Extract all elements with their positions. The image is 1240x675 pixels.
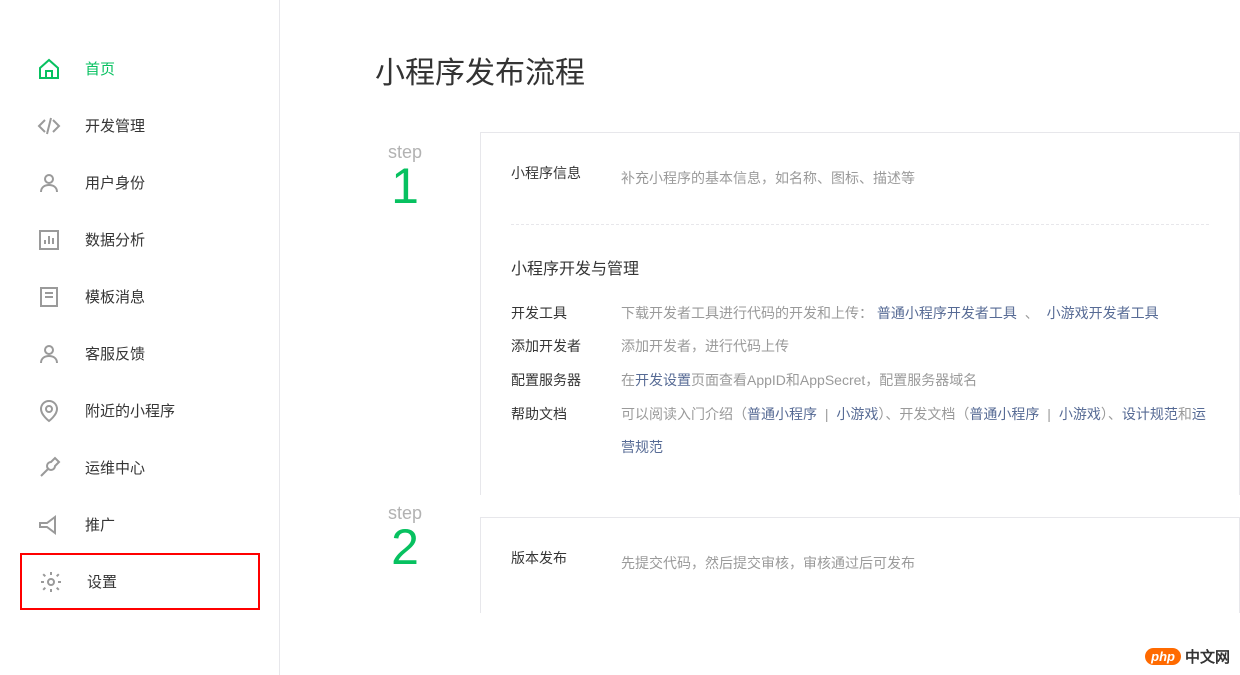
wrench-icon xyxy=(35,454,63,482)
watermark-text: 中文网 xyxy=(1185,646,1230,667)
sidebar-item-label: 附近的小程序 xyxy=(85,400,175,421)
separator: | xyxy=(1043,406,1054,422)
sidebar-item-label: 推广 xyxy=(85,514,115,535)
sidebar-item-label: 首页 xyxy=(85,58,115,79)
step1-card: 小程序信息 补充小程序的基本信息，如名称、图标、描述等 小程序开发与管理 开发工… xyxy=(480,132,1240,495)
row-tools: 开发工具 下载开发者工具进行代码的开发和上传： 普通小程序开发者工具 、 小游戏… xyxy=(481,297,1239,331)
step-number: 2 xyxy=(375,522,435,572)
sidebar-item-promo[interactable]: 推广 xyxy=(20,496,279,553)
row-text: ）、开发文档（ xyxy=(878,406,969,422)
step2-card: 版本发布 先提交代码，然后提交审核，审核通过后可发布 xyxy=(480,517,1240,613)
watermark: php 中文网 xyxy=(1145,646,1230,667)
link-intro-mp[interactable]: 普通小程序 xyxy=(747,406,817,422)
row-text: 添加开发者，进行代码上传 xyxy=(621,330,1209,364)
sidebar-item-label: 用户身份 xyxy=(85,172,145,193)
link-mp-devtool[interactable]: 普通小程序开发者工具 xyxy=(877,305,1017,321)
code-icon xyxy=(35,112,63,140)
sidebar-item-dev[interactable]: 开发管理 xyxy=(20,97,279,154)
step-number: 1 xyxy=(375,161,435,211)
step-indicator-1: step 1 xyxy=(375,142,435,211)
user-icon xyxy=(35,169,63,197)
sidebar-item-label: 模板消息 xyxy=(85,286,145,307)
sidebar-item-user[interactable]: 用户身份 xyxy=(20,154,279,211)
section-desc: 补充小程序的基本信息，如名称、图标、描述等 xyxy=(621,163,1209,194)
row-text: 在 xyxy=(621,372,635,388)
link-devdoc-mp[interactable]: 普通小程序 xyxy=(969,406,1039,422)
row-add-dev: 添加开发者 添加开发者，进行代码上传 xyxy=(481,330,1239,364)
sidebar-item-service[interactable]: 客服反馈 xyxy=(20,325,279,382)
divider xyxy=(511,224,1209,225)
section-desc: 先提交代码，然后提交审核，审核通过后可发布 xyxy=(621,548,1209,579)
row-label: 配置服务器 xyxy=(511,364,621,398)
row-text: 下载开发者工具进行代码的开发和上传： xyxy=(621,305,873,321)
row-text: 页面查看AppID和AppSecret，配置服务器域名 xyxy=(691,372,977,388)
sidebar-item-analytics[interactable]: 数据分析 xyxy=(20,211,279,268)
link-game-devtool[interactable]: 小游戏开发者工具 xyxy=(1047,305,1159,321)
row-docs: 帮助文档 可以阅读入门介绍（普通小程序 | 小游戏）、开发文档（普通小程序 | … xyxy=(481,398,1239,465)
row-text: 可以阅读入门介绍（ xyxy=(621,406,747,422)
sidebar-item-settings[interactable]: 设置 xyxy=(20,553,260,610)
section-title: 小程序信息 xyxy=(511,163,621,194)
separator: | xyxy=(821,406,832,422)
link-intro-game[interactable]: 小游戏 xyxy=(836,406,878,422)
row-label: 开发工具 xyxy=(511,297,621,331)
sidebar-item-label: 数据分析 xyxy=(85,229,145,250)
sidebar-item-home[interactable]: 首页 xyxy=(20,40,279,97)
sidebar-item-label: 设置 xyxy=(87,571,117,592)
chart-icon xyxy=(35,226,63,254)
page-title: 小程序发布流程 xyxy=(375,48,1240,92)
sidebar-item-label: 运维中心 xyxy=(85,457,145,478)
sidebar-item-label: 开发管理 xyxy=(85,115,145,136)
gear-icon xyxy=(37,568,65,596)
sidebar-item-template[interactable]: 模板消息 xyxy=(20,268,279,325)
separator: 、 xyxy=(1025,305,1043,321)
location-icon xyxy=(35,397,63,425)
row-text: ）、 xyxy=(1101,406,1122,422)
sidebar-item-ops[interactable]: 运维中心 xyxy=(20,439,279,496)
sidebar-item-nearby[interactable]: 附近的小程序 xyxy=(20,382,279,439)
link-design-spec[interactable]: 设计规范 xyxy=(1122,406,1178,422)
link-devdoc-game[interactable]: 小游戏 xyxy=(1059,406,1101,422)
row-server: 配置服务器 在开发设置页面查看AppID和AppSecret，配置服务器域名 xyxy=(481,364,1239,398)
row-text: 和 xyxy=(1178,406,1192,422)
dev-section-title: 小程序开发与管理 xyxy=(511,255,1209,279)
headset-icon xyxy=(35,340,63,368)
watermark-badge: php xyxy=(1145,648,1181,665)
sidebar: 首页 开发管理 用户身份 数据分析 模板消息 xyxy=(0,0,280,675)
megaphone-icon xyxy=(35,511,63,539)
main-content: 小程序发布流程 step 1 step 2 小程序信息 补充小程序的基 xyxy=(280,0,1240,675)
home-icon xyxy=(35,55,63,83)
sidebar-item-label: 客服反馈 xyxy=(85,343,145,364)
template-icon xyxy=(35,283,63,311)
row-label: 添加开发者 xyxy=(511,330,621,364)
link-dev-settings[interactable]: 开发设置 xyxy=(635,372,691,388)
section-title: 版本发布 xyxy=(511,548,621,579)
row-label: 帮助文档 xyxy=(511,398,621,465)
step-indicator-2: step 2 xyxy=(375,503,435,572)
